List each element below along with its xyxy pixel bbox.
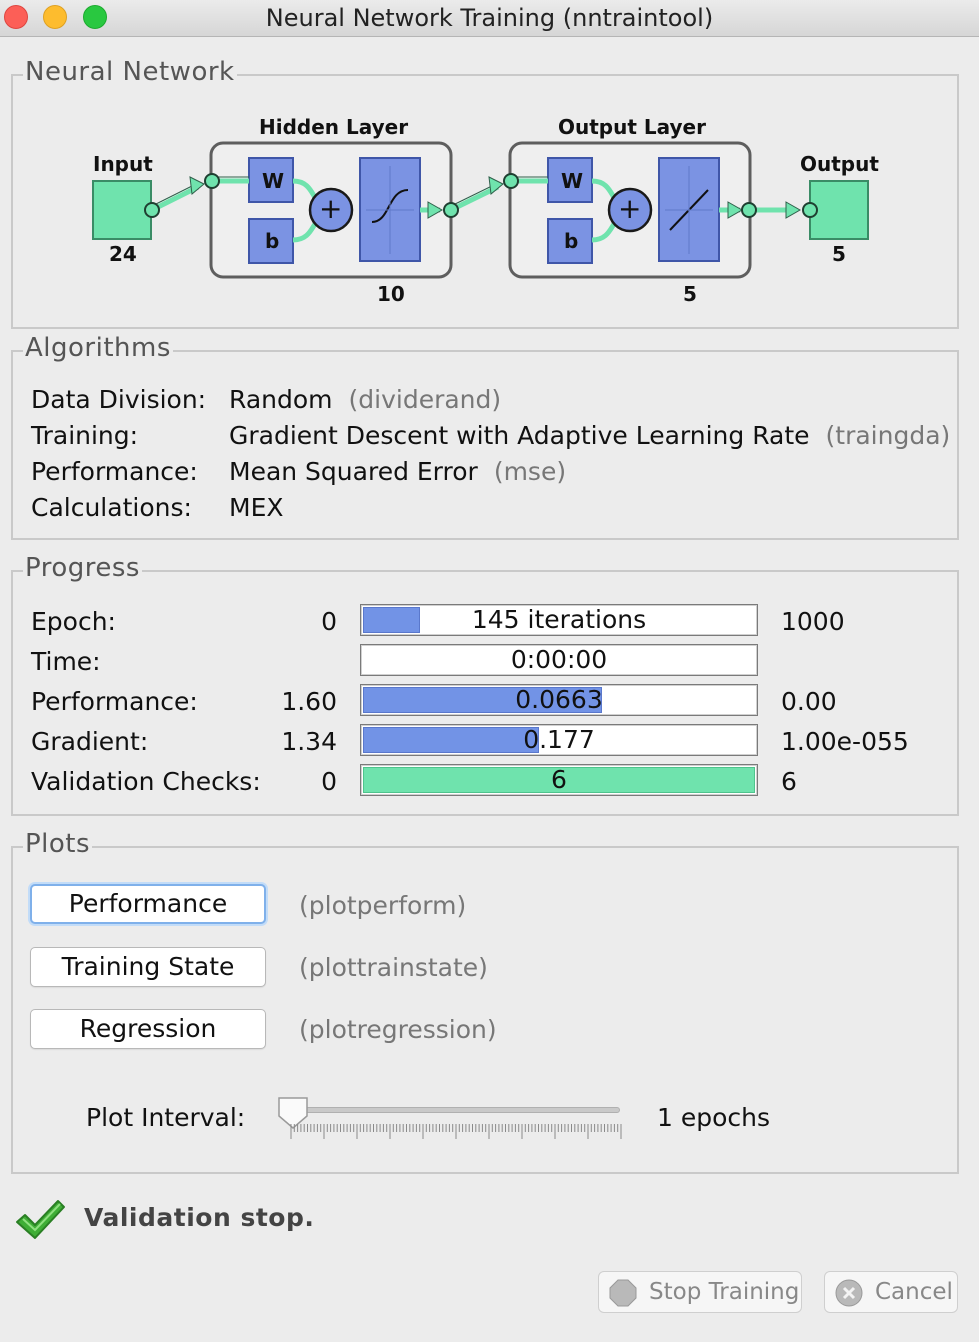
checkmark-icon xyxy=(16,1200,65,1239)
validation-progress-text: 6 xyxy=(551,765,567,794)
progress-start-validation: 0 xyxy=(321,767,337,796)
cancel-button[interactable]: Cancel xyxy=(824,1271,958,1313)
progress-label-time: Time: xyxy=(31,647,101,676)
output-plus-symbol: + xyxy=(618,192,642,225)
title-bar: Neural Network Training (nntraintool) xyxy=(0,0,979,37)
plot-performance-button[interactable]: Performance xyxy=(30,884,266,924)
plot-training-state-button[interactable]: Training State xyxy=(30,947,266,987)
plot-regression-fn: (plotregression) xyxy=(299,1015,497,1044)
progress-panel: Progress Epoch: 0 145 iterations 1000 Ti… xyxy=(11,553,959,816)
progress-label-performance: Performance: xyxy=(31,687,198,716)
plot-interval-label: Plot Interval: xyxy=(86,1103,246,1132)
algo-value-data-division: Random (dividerand) xyxy=(229,385,502,414)
stop-training-label: Stop Training xyxy=(649,1279,800,1305)
neural-network-panel: Neural Network xyxy=(11,57,959,329)
hidden-b-symbol: b xyxy=(265,229,280,253)
input-size: 24 xyxy=(109,242,137,266)
algorithms-panel: Algorithms Data Division: Random (divider… xyxy=(11,333,959,540)
progress-label-epoch: Epoch: xyxy=(31,607,116,636)
neural-network-legend: Neural Network xyxy=(23,57,237,87)
algo-value-performance: Mean Squared Error (mse) xyxy=(229,457,567,486)
output-w-symbol: W xyxy=(561,169,584,193)
progress-start-gradient: 1.34 xyxy=(281,727,337,756)
plot-interval-slider[interactable] xyxy=(280,1107,620,1113)
time-progress-text: 0:00:00 xyxy=(510,645,608,674)
plot-interval-ticks xyxy=(290,1124,622,1139)
time-progress-bar: 0:00:00 xyxy=(360,644,758,676)
stop-icon xyxy=(609,1279,637,1307)
plot-interval-value: 1 epochs xyxy=(657,1103,771,1132)
plot-performance-fn: (plotperform) xyxy=(299,891,467,920)
cancel-label: Cancel xyxy=(875,1279,953,1305)
plot-training-state-fn: (plottrainstate) xyxy=(299,953,488,982)
stop-training-button[interactable]: Stop Training xyxy=(598,1271,802,1313)
progress-end-validation: 6 xyxy=(781,767,797,796)
output-b-symbol: b xyxy=(564,229,579,253)
algo-label-training: Training: xyxy=(31,421,139,450)
cancel-icon xyxy=(835,1279,863,1307)
output-size: 5 xyxy=(832,242,846,266)
algo-label-calculations: Calculations: xyxy=(31,493,192,522)
output-layer-label: Output Layer xyxy=(558,115,706,139)
window-title: Neural Network Training (nntraintool) xyxy=(265,4,714,32)
hidden-layer-size: 10 xyxy=(377,282,405,306)
epoch-progress-text: 145 iterations xyxy=(471,605,647,634)
input-label: Input xyxy=(93,152,153,176)
validation-progress-bar: 6 xyxy=(360,764,758,796)
hidden-w-symbol: W xyxy=(262,169,285,193)
hidden-plus-symbol: + xyxy=(319,192,343,225)
progress-start-epoch: 0 xyxy=(321,607,337,636)
status-message: Validation stop. xyxy=(84,1203,315,1232)
progress-label-validation: Validation Checks: xyxy=(31,767,261,796)
algo-value-calculations: MEX xyxy=(229,493,284,522)
progress-end-epoch: 1000 xyxy=(781,607,845,636)
gradient-progress-text: 0.177 xyxy=(523,725,595,754)
progress-legend: Progress xyxy=(23,553,142,583)
plot-regression-button[interactable]: Regression xyxy=(30,1009,266,1049)
epoch-progress-bar: 145 iterations xyxy=(360,604,758,636)
algo-value-training: Gradient Descent with Adaptive Learning … xyxy=(229,421,951,450)
progress-start-performance: 1.60 xyxy=(281,687,337,716)
progress-end-performance: 0.00 xyxy=(781,687,837,716)
progress-end-gradient: 1.00e-055 xyxy=(781,727,909,756)
performance-progress-text: 0.0663 xyxy=(515,685,603,714)
progress-label-gradient: Gradient: xyxy=(31,727,149,756)
algo-label-data-division: Data Division: xyxy=(31,385,207,414)
performance-progress-bar: 0.0663 xyxy=(360,684,758,716)
hidden-layer-label: Hidden Layer xyxy=(259,115,409,139)
plots-legend: Plots xyxy=(23,829,93,859)
gradient-progress-bar: 0.177 xyxy=(360,724,758,756)
algorithms-legend: Algorithms xyxy=(23,333,173,363)
output-label: Output xyxy=(800,152,879,176)
output-layer-size: 5 xyxy=(683,282,697,306)
algo-label-performance: Performance: xyxy=(31,457,198,486)
